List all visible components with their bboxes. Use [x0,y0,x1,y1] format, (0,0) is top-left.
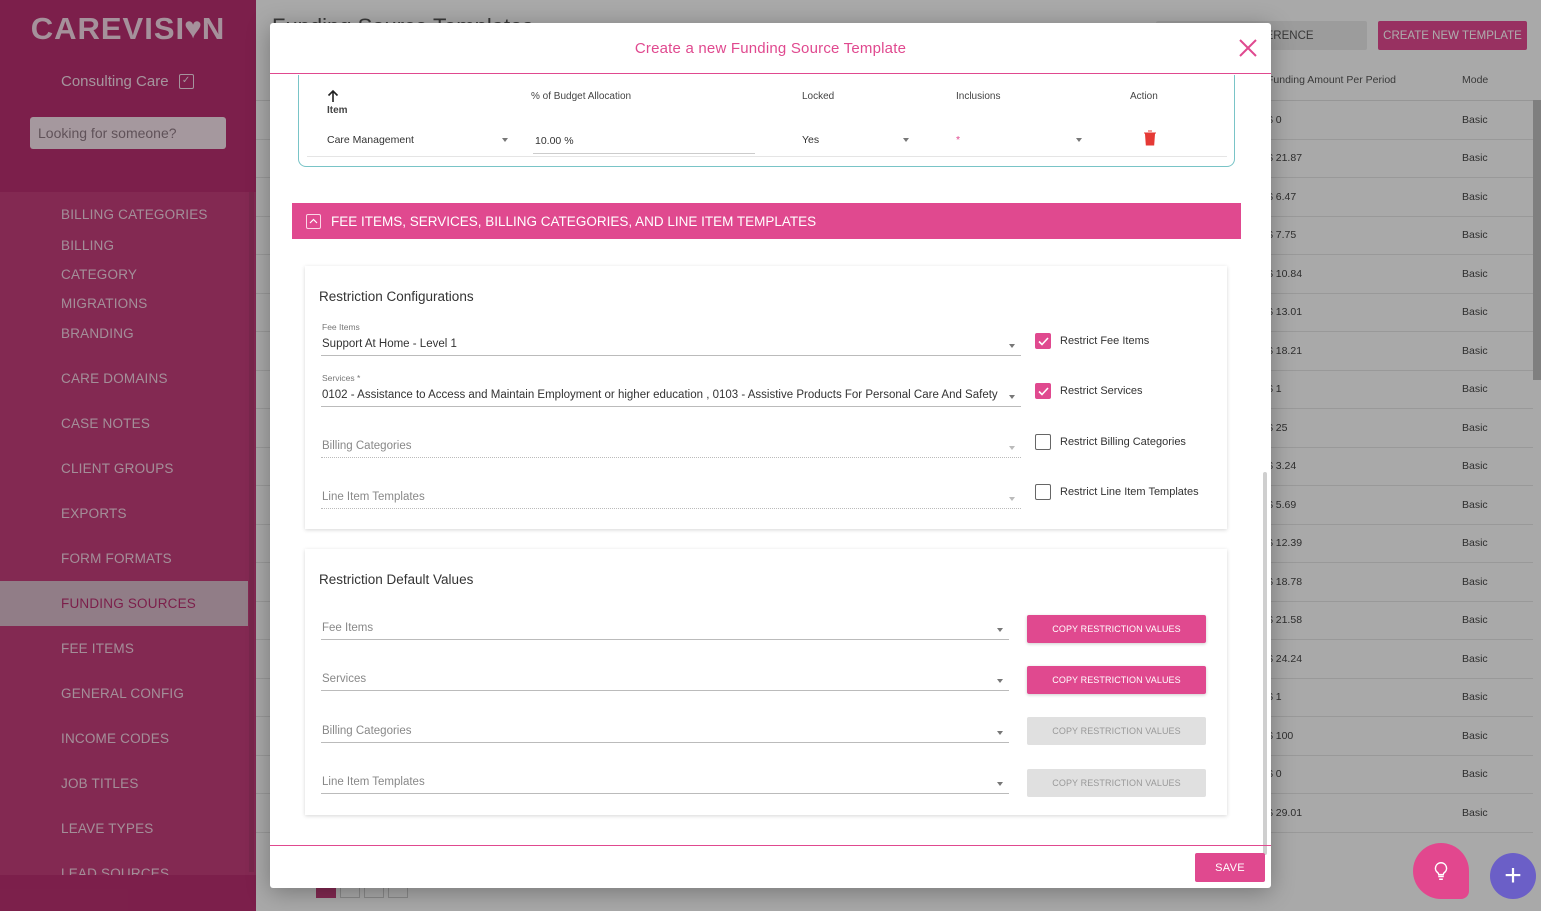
restrict-billing-categories-checkbox[interactable]: Restrict Billing Categories [1035,434,1186,450]
table-row: Care Management 10.00 % Yes * [307,121,1227,157]
restrict-fee-items-checkbox[interactable]: Restrict Fee Items [1035,333,1149,349]
chevron-down-icon [997,628,1003,632]
restriction-config-card: Restriction Configurations Fee Items Sup… [305,266,1227,529]
line-item-templates-select[interactable]: Line Item Templates [321,481,1021,509]
copy-line-item-templates-button[interactable]: COPY RESTRICTION VALUES [1027,769,1206,797]
modal-header: Create a new Funding Source Template [270,23,1271,74]
modal-scrollbar[interactable] [1263,472,1267,855]
chevron-down-icon [997,731,1003,735]
checkbox-icon [1035,434,1051,450]
trash-icon[interactable] [1143,130,1157,146]
default-fee-items-select[interactable]: Fee Items [321,612,1009,640]
card-title: Restriction Default Values [319,572,474,587]
copy-fee-items-button[interactable]: COPY RESTRICTION VALUES [1027,615,1206,643]
chevron-down-icon [997,782,1003,786]
field-placeholder: Line Item Templates [322,491,425,503]
chevron-down-icon [1009,344,1015,348]
checkbox-label: Restrict Billing Categories [1060,436,1186,448]
field-label: Services * [322,373,361,383]
column-allocation: % of Budget Allocation [531,91,632,102]
ideas-button[interactable] [1413,843,1469,899]
chevron-down-icon [1009,395,1015,399]
allocation-input[interactable]: 10.00 % [533,135,755,154]
lightbulb-icon [1434,862,1448,880]
column-action: Action [1130,91,1158,102]
checkbox-label: Restrict Services [1060,385,1143,397]
field-value: Support At Home - Level 1 [322,338,457,350]
fee-items-select[interactable]: Fee Items Support At Home - Level 1 [321,322,1021,356]
card-title: Restriction Configurations [319,289,474,304]
column-locked: Locked [802,91,835,102]
check-icon [1035,383,1051,399]
chevron-down-icon [997,679,1003,683]
collapse-icon[interactable] [306,213,321,229]
checkbox-icon [1035,484,1051,500]
modal-title: Create a new Funding Source Template [634,39,907,57]
modal-body: Item % of Budget Allocation Locked Inclu… [270,75,1271,855]
field-value: 0102 - Assistance to Access and Maintain… [322,389,998,401]
modal-footer: SAVE [270,845,1271,888]
billing-categories-select[interactable]: Billing Categories [321,430,1021,458]
close-icon[interactable] [1237,37,1259,59]
restriction-defaults-card: Restriction Default Values Fee Items COP… [305,549,1227,815]
field-placeholder: Billing Categories [322,725,412,737]
chevron-down-icon[interactable] [1076,138,1082,142]
default-line-item-templates-select[interactable]: Line Item Templates [321,766,1009,794]
checkbox-label: Restrict Fee Items [1060,335,1150,347]
restrict-line-item-templates-checkbox[interactable]: Restrict Line Item Templates [1035,484,1199,500]
field-placeholder: Fee Items [322,622,374,634]
services-select[interactable]: Services * 0102 - Assistance to Access a… [321,373,1021,407]
add-button[interactable]: + [1490,853,1536,899]
copy-billing-categories-button[interactable]: COPY RESTRICTION VALUES [1027,717,1206,745]
create-template-modal: Create a new Funding Source Template Ite… [270,23,1271,888]
restrict-services-checkbox[interactable]: Restrict Services [1035,383,1143,399]
chevron-down-icon [1009,446,1015,450]
locked-select[interactable]: Yes [802,134,819,146]
section-title: FEE ITEMS, SERVICES, BILLING CATEGORIES,… [331,213,817,229]
field-placeholder: Line Item Templates [322,776,425,788]
field-label: Fee Items [322,322,360,332]
sort-arrow-up-icon [327,89,339,102]
save-button[interactable]: SAVE [1195,853,1265,882]
checkbox-label: Restrict Line Item Templates [1060,486,1199,498]
copy-services-button[interactable]: COPY RESTRICTION VALUES [1027,666,1206,694]
inclusions-select[interactable]: * [956,134,960,146]
chevron-down-icon[interactable] [903,138,909,142]
column-inclusions: Inclusions [956,91,1001,102]
chevron-down-icon[interactable] [502,138,508,142]
table-header: Item % of Budget Allocation Locked Inclu… [299,75,1234,117]
field-placeholder: Services [322,673,367,685]
field-placeholder: Billing Categories [322,440,412,452]
plus-icon: + [1504,859,1522,892]
item-select[interactable]: Care Management [327,134,414,146]
default-services-select[interactable]: Services [321,663,1009,691]
check-icon [1035,333,1051,349]
column-item[interactable]: Item [327,89,348,116]
column-item-label: Item [327,105,348,116]
chevron-down-icon [1009,497,1015,501]
default-billing-categories-select[interactable]: Billing Categories [321,715,1009,743]
section-header[interactable]: FEE ITEMS, SERVICES, BILLING CATEGORIES,… [292,203,1241,239]
budget-allocation-table: Item % of Budget Allocation Locked Inclu… [298,75,1235,167]
